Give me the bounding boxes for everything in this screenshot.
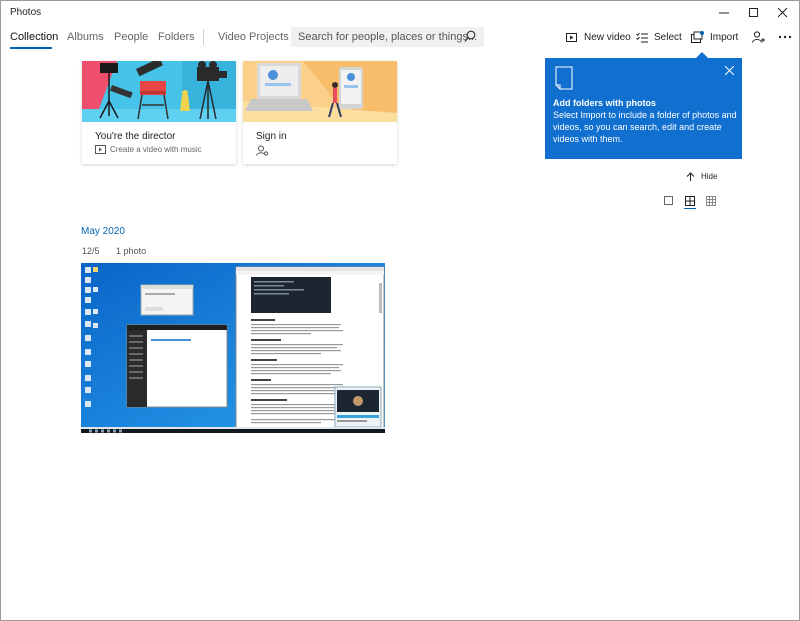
- director-card-subtitle: Create a video with music: [95, 145, 202, 154]
- sign-in-card[interactable]: Sign in: [243, 61, 397, 164]
- nav-divider: [203, 29, 204, 45]
- photo-thumbnail[interactable]: [81, 263, 385, 433]
- large-view-button[interactable]: [663, 195, 675, 207]
- tab-folders[interactable]: Folders: [158, 31, 195, 43]
- select-list-icon: [636, 32, 648, 42]
- tab-people[interactable]: People: [114, 31, 148, 43]
- close-window-button[interactable]: [768, 1, 798, 25]
- app-title: Photos: [10, 7, 42, 18]
- small-view-button[interactable]: [705, 195, 717, 207]
- close-icon: [778, 8, 788, 18]
- active-tab-indicator: [10, 47, 52, 49]
- select-label: Select: [654, 31, 682, 43]
- flyout-title: Add folders with photos: [553, 98, 656, 108]
- director-card[interactable]: You're the director Create a video with …: [82, 61, 236, 164]
- group-count: 1 photo: [116, 246, 147, 256]
- new-video-button[interactable]: New video: [566, 28, 631, 46]
- director-illustration: [82, 61, 236, 122]
- photos-window: Photos Collection Albums People Folders …: [0, 0, 800, 621]
- medium-view-button[interactable]: [684, 195, 696, 207]
- minimize-icon: [719, 12, 729, 14]
- title-bar: Photos: [1, 1, 799, 25]
- new-video-label: New video: [584, 31, 631, 43]
- import-icon: [691, 31, 704, 43]
- maximize-button[interactable]: [739, 1, 769, 25]
- import-label: Import: [710, 31, 739, 43]
- import-button[interactable]: Import: [691, 28, 738, 46]
- view-selected-indicator: [684, 208, 696, 209]
- arrow-up-icon: [686, 172, 695, 181]
- search-box[interactable]: Search for people, places or things...: [291, 27, 484, 47]
- date-group-header: 12/5 1 photo: [82, 246, 160, 256]
- folder-document-icon: [555, 66, 573, 90]
- single-square-icon: [664, 196, 673, 205]
- director-card-title: You're the director: [95, 131, 176, 142]
- group-date: 12/5: [82, 246, 100, 256]
- maximize-icon: [749, 8, 758, 17]
- add-person-button[interactable]: [748, 28, 768, 46]
- tab-albums[interactable]: Albums: [67, 31, 104, 43]
- video-icon: [95, 145, 106, 154]
- more-options-button[interactable]: [775, 28, 795, 46]
- sign-in-card-title: Sign in: [256, 131, 287, 142]
- flyout-body: Select Import to include a folder of pho…: [553, 110, 737, 144]
- sign-in-card-subtitle: [256, 145, 268, 156]
- month-heading[interactable]: May 2020: [81, 226, 125, 237]
- search-icon[interactable]: [464, 30, 476, 43]
- new-video-icon: [566, 32, 577, 42]
- person-icon: [256, 145, 268, 156]
- close-icon[interactable]: [725, 66, 734, 75]
- tab-collection[interactable]: Collection: [10, 31, 58, 43]
- minimize-button[interactable]: [709, 1, 739, 25]
- more-icon: [778, 35, 792, 39]
- screenshot-preview: [81, 263, 385, 433]
- hide-button[interactable]: Hide: [686, 172, 717, 181]
- select-button[interactable]: Select: [636, 28, 682, 46]
- search-input[interactable]: Search for people, places or things...: [298, 31, 477, 43]
- sign-in-illustration: [243, 61, 397, 122]
- grid-icon: [685, 196, 695, 206]
- hide-label: Hide: [701, 172, 718, 181]
- director-card-subtitle-text: Create a video with music: [110, 145, 202, 154]
- add-person-icon: [751, 31, 765, 43]
- tab-video-projects[interactable]: Video Projects: [218, 31, 289, 43]
- import-teaching-tip: Add folders with photos Select Import to…: [545, 58, 742, 159]
- dense-grid-icon: [706, 196, 716, 206]
